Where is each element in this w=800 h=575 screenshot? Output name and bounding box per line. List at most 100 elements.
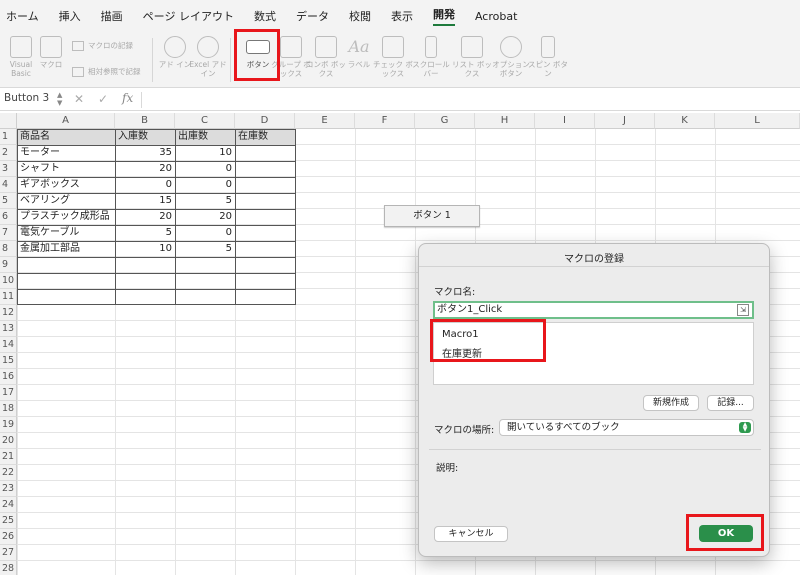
check-icon[interactable]: ✓ xyxy=(98,92,108,106)
row-header[interactable]: 21 xyxy=(0,449,17,465)
row-header[interactable]: 5 xyxy=(0,193,17,209)
record-macro-dialog-button[interactable]: 記録... xyxy=(707,395,754,411)
visual-basic-icon xyxy=(10,36,32,58)
ribbon-divider xyxy=(152,38,153,82)
macro-name-input[interactable]: ボタン1_Click ⇲ xyxy=(433,301,754,319)
table-divider xyxy=(17,145,296,146)
table-divider xyxy=(17,241,296,242)
label-icon: Aa xyxy=(348,37,370,56)
column-header[interactable]: F xyxy=(355,113,415,129)
column-header[interactable]: A xyxy=(17,113,115,129)
listbox-button[interactable]: リスト ボックス xyxy=(451,36,493,78)
dialog-title: マクロの登録 xyxy=(564,254,624,265)
row-header[interactable]: 4 xyxy=(0,177,17,193)
column-header[interactable]: E xyxy=(295,113,355,129)
column-header[interactable]: G xyxy=(415,113,475,129)
chevron-updown-icon: ▲ ▼ xyxy=(739,422,751,433)
macro-location-label: マクロの場所: xyxy=(434,425,495,436)
row-header[interactable]: 18 xyxy=(0,401,17,417)
scrollbar-button[interactable]: スクロール バー xyxy=(410,36,452,78)
chevron-updown-icon[interactable]: ▲ ▼ xyxy=(57,91,62,107)
table-divider xyxy=(115,129,116,305)
row-header[interactable]: 11 xyxy=(0,289,17,305)
row-header[interactable]: 7 xyxy=(0,225,17,241)
row-header[interactable]: 15 xyxy=(0,353,17,369)
formula-input[interactable] xyxy=(141,92,800,108)
column-header[interactable]: H xyxy=(475,113,535,129)
row-header[interactable]: 27 xyxy=(0,545,17,561)
column-header[interactable]: K xyxy=(655,113,715,129)
row-header[interactable]: 3 xyxy=(0,161,17,177)
column-header[interactable]: D xyxy=(235,113,295,129)
row-header[interactable]: 19 xyxy=(0,417,17,433)
tab-acrobat[interactable]: Acrobat xyxy=(475,10,517,23)
name-box[interactable]: Button 3 xyxy=(4,92,49,104)
row-header[interactable]: 8 xyxy=(0,241,17,257)
row-header[interactable]: 1 xyxy=(0,129,17,145)
cancel-button[interactable]: キャンセル xyxy=(434,526,508,542)
tab-home[interactable]: ホーム xyxy=(6,8,39,24)
row-header[interactable]: 25 xyxy=(0,513,17,529)
column-header[interactable]: B xyxy=(115,113,175,129)
option-button-control[interactable]: オプション ボタン xyxy=(490,36,532,78)
row-header[interactable]: 13 xyxy=(0,321,17,337)
select-all-corner[interactable] xyxy=(0,113,17,129)
excel-addins-button[interactable]: Excel アドイン xyxy=(187,36,229,78)
tab-insert[interactable]: 挿入 xyxy=(59,8,81,24)
table-divider xyxy=(17,193,296,194)
tab-draw[interactable]: 描画 xyxy=(101,8,123,24)
row-header[interactable]: 9 xyxy=(0,257,17,273)
checkbox-button[interactable]: チェック ボックス xyxy=(372,36,414,78)
row-header[interactable]: 22 xyxy=(0,465,17,481)
highlight-box-ok-button xyxy=(686,514,764,551)
tab-developer[interactable]: 開発 xyxy=(432,6,455,26)
fx-icon[interactable]: fx xyxy=(122,91,133,105)
tab-view[interactable]: 表示 xyxy=(391,8,413,24)
ribbon-divider xyxy=(230,38,231,82)
macro-button[interactable]: マクロ xyxy=(30,36,72,69)
tab-review[interactable]: 校閲 xyxy=(349,8,371,24)
macro-location-select[interactable]: 開いているすべてのブック ▲ ▼ xyxy=(499,419,754,436)
row-header[interactable]: 16 xyxy=(0,369,17,385)
collapse-icon[interactable]: ⇲ xyxy=(737,304,749,316)
row-header[interactable]: 28 xyxy=(0,561,17,575)
table-divider xyxy=(17,177,296,178)
grid-line xyxy=(17,560,800,561)
relative-ref-button[interactable]: 相対参照で記録 xyxy=(72,66,141,77)
column-header[interactable]: J xyxy=(595,113,655,129)
tab-data[interactable]: データ xyxy=(296,8,329,24)
column-header[interactable]: L xyxy=(715,113,800,129)
cancel-icon[interactable]: ✕ xyxy=(74,92,84,106)
sheet-form-button[interactable]: ボタン 1 xyxy=(384,205,480,227)
table-divider xyxy=(17,257,296,258)
listbox-icon xyxy=(461,36,483,58)
row-header[interactable]: 6 xyxy=(0,209,17,225)
table-divider xyxy=(235,129,236,305)
tab-formulas[interactable]: 数式 xyxy=(254,8,276,24)
scrollbar-icon xyxy=(425,36,437,58)
row-header[interactable]: 20 xyxy=(0,433,17,449)
row-header[interactable]: 10 xyxy=(0,273,17,289)
assign-macro-dialog: マクロの登録 マクロ名: ボタン1_Click ⇲ Macro1 在庫更新 新規… xyxy=(418,243,770,557)
ribbon: Visual Basic マクロ マクロの記録 相対参照で記録 アド イン Ex… xyxy=(0,29,800,88)
tab-page-layout[interactable]: ページ レイアウト xyxy=(143,8,234,24)
addins-icon xyxy=(164,36,186,58)
row-header[interactable]: 17 xyxy=(0,385,17,401)
row-header[interactable]: 2 xyxy=(0,145,17,161)
record-macro-button[interactable]: マクロの記録 xyxy=(72,40,133,51)
row-header[interactable]: 12 xyxy=(0,305,17,321)
spin-button-control[interactable]: スピン ボタン xyxy=(527,36,569,78)
column-header[interactable]: I xyxy=(535,113,595,129)
row-header[interactable]: 23 xyxy=(0,481,17,497)
groupbox-icon xyxy=(280,36,302,58)
row-header[interactable]: 14 xyxy=(0,337,17,353)
relative-ref-icon xyxy=(72,66,84,77)
row-header[interactable]: 24 xyxy=(0,497,17,513)
row-header[interactable]: 26 xyxy=(0,529,17,545)
table-border xyxy=(17,129,296,305)
table-divider xyxy=(17,161,296,162)
macro-icon xyxy=(40,36,62,58)
checkbox-icon xyxy=(382,36,404,58)
column-header[interactable]: C xyxy=(175,113,235,129)
new-macro-button[interactable]: 新規作成 xyxy=(643,395,699,411)
